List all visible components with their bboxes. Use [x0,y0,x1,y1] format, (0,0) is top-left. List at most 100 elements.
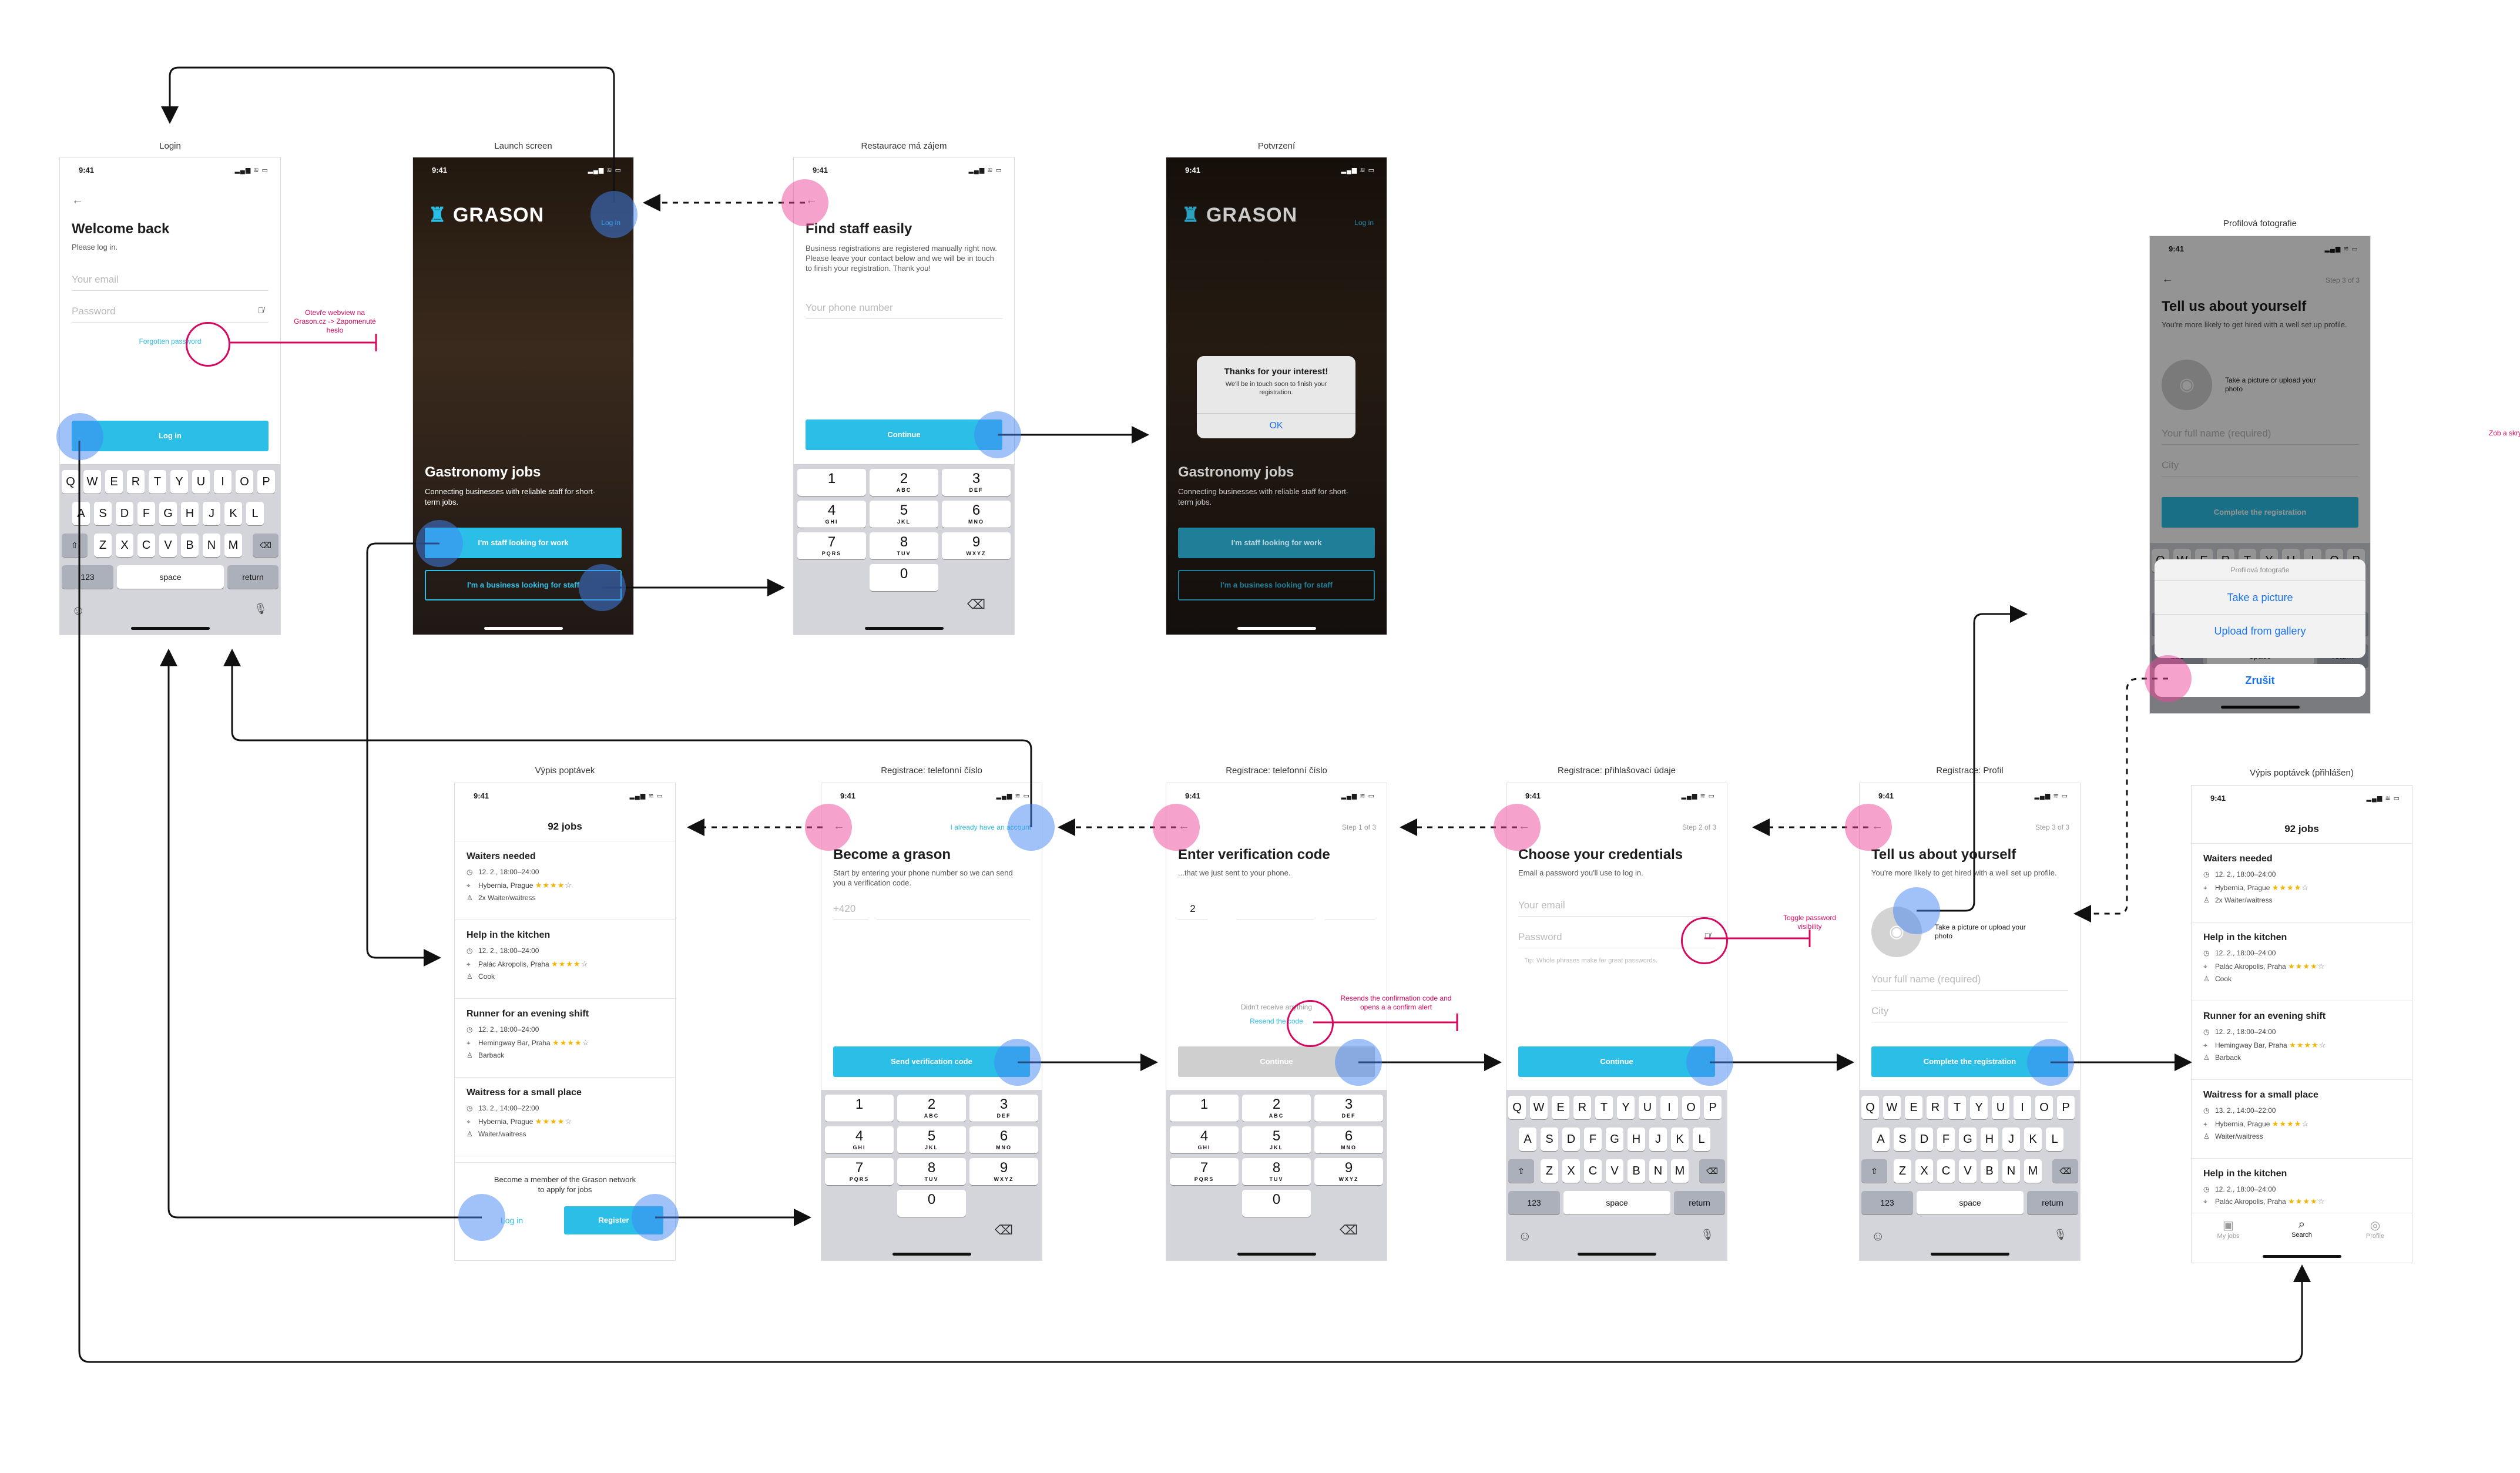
eye-slash-icon[interactable]: 👁̸ [258,306,264,315]
key[interactable]: D [1562,1128,1580,1151]
numbers-key[interactable]: 123 [1861,1191,1913,1214]
key[interactable]: K [1671,1128,1689,1151]
key[interactable]: U [1639,1096,1656,1119]
key[interactable]: X [116,533,133,557]
numpad-key[interactable]: 2 ABC [870,469,938,496]
tab-my-jobs[interactable]: ▣ My jobs [2192,1218,2265,1240]
numpad-key[interactable]: 0 [870,564,938,591]
numpad-key[interactable]: 7 PQRS [797,532,866,559]
numpad-key[interactable]: 6 MNO [1314,1126,1383,1153]
key[interactable]: N [1649,1159,1667,1183]
key[interactable]: E [105,470,123,494]
shift-key[interactable]: ⇧ [62,533,88,557]
key[interactable]: E [1552,1096,1569,1119]
take-picture-option[interactable]: Take a picture [2155,581,2365,615]
key[interactable]: G [1606,1128,1623,1151]
key[interactable]: K [224,502,242,525]
shift-key[interactable]: ⇧ [1861,1159,1887,1183]
key[interactable]: A [1519,1128,1536,1151]
key[interactable]: X [1915,1159,1933,1183]
key[interactable]: A [72,502,90,525]
numpad-key[interactable]: 1 [1170,1095,1239,1122]
key[interactable]: Q [62,470,79,494]
key[interactable]: N [2002,1159,2020,1183]
key[interactable]: O [236,470,253,494]
code-digits-rest[interactable] [1237,898,1313,920]
key[interactable]: K [2024,1128,2042,1151]
key[interactable]: U [192,470,210,494]
upload-gallery-option[interactable]: Upload from gallery [2155,615,2365,647]
key[interactable]: R [1927,1096,1944,1119]
tab-search[interactable]: ⌕ Search [2265,1218,2338,1239]
numpad-key[interactable]: 4 GHI [797,501,866,528]
job-item[interactable]: Waiters needed ◷ 12. 2., 18:00–24:00 ⌖ Hyber… [2192,843,2412,922]
key[interactable]: B [1981,1159,1998,1183]
alert-ok-button[interactable]: OK [1197,413,1355,438]
numpad-key[interactable]: 1 [825,1095,894,1122]
resend-code-link[interactable]: Resend the code [1166,1017,1387,1025]
key[interactable]: P [2057,1096,2075,1119]
email-field[interactable]: Your email [1518,895,1715,917]
key[interactable]: L [1693,1128,1710,1151]
key[interactable]: G [159,502,177,525]
numpad-key[interactable]: 9 WXYZ [1314,1158,1383,1185]
numpad-key[interactable]: 7 PQRS [825,1158,894,1185]
emoji-icon[interactable]: ☺ [72,603,85,618]
key[interactable]: Y [1970,1096,1988,1119]
key[interactable]: E [1905,1096,1922,1119]
key[interactable]: B [181,533,199,557]
numpad-key[interactable]: 8 TUV [870,532,938,559]
microphone-icon[interactable]: 🎙 [254,603,267,615]
key[interactable]: H [1628,1128,1645,1151]
key[interactable]: X [1562,1159,1580,1183]
numpad-key[interactable]: 0 [1242,1190,1311,1217]
key[interactable]: P [1704,1096,1722,1119]
key[interactable]: H [181,502,199,525]
key[interactable]: W [83,470,101,494]
key[interactable]: F [137,502,155,525]
key[interactable]: F [1584,1128,1602,1151]
key[interactable]: L [2046,1128,2063,1151]
numpad-key[interactable]: 7 PQRS [1170,1158,1239,1185]
microphone-icon[interactable]: 🎙 [1700,1229,1714,1241]
job-item[interactable]: Help in the kitchen ◷ 12. 2., 18:00–24:00 ⌖… [455,920,675,999]
key[interactable]: Q [1508,1096,1526,1119]
job-item[interactable]: Waitress for a small place ◷ 13. 2., 14:00… [2192,1079,2412,1159]
numpad-key[interactable]: 5 JKL [897,1126,966,1153]
code-digit-last[interactable] [1325,898,1375,920]
numpad-key[interactable]: 1 [797,469,866,496]
country-prefix[interactable]: +420 [833,898,868,920]
backspace-key[interactable]: ⌫ [1699,1159,1725,1183]
numpad-key[interactable]: 3 DEF [1314,1095,1383,1122]
key[interactable]: T [1595,1096,1613,1119]
numpad-key[interactable]: 9 WXYZ [942,532,1011,559]
return-key[interactable]: return [1674,1191,1725,1214]
backspace-icon[interactable]: ⌫ [942,597,1011,612]
job-item[interactable]: Runner for an evening shift ◷ 12. 2., 18:0… [455,998,675,1078]
backspace-icon[interactable]: ⌫ [969,1223,1038,1238]
emoji-icon[interactable]: ☺ [1518,1229,1531,1244]
key[interactable]: R [1573,1096,1591,1119]
space-key[interactable]: space [117,565,224,589]
forgot-password-link[interactable]: Forgotten password [60,337,280,345]
phone-number-field[interactable]: Your phone number [806,297,1002,319]
numpad-key[interactable]: 6 MNO [969,1126,1038,1153]
numpad-key[interactable]: 0 [897,1190,966,1217]
space-key[interactable]: space [1917,1191,2024,1214]
key[interactable]: F [1937,1128,1955,1151]
backspace-key[interactable]: ⌫ [2052,1159,2078,1183]
job-item[interactable]: Waiters needed ◷ 12. 2., 18:00–24:00 ⌖ Hyber… [455,841,675,920]
job-item[interactable]: Waitress for a small place ◷ 13. 2., 14:00… [455,1077,675,1156]
key[interactable]: J [1649,1128,1667,1151]
numbers-key[interactable]: 123 [62,565,113,589]
key[interactable]: D [1915,1128,1933,1151]
numpad-key[interactable]: 4 GHI [825,1126,894,1153]
key[interactable]: Y [1617,1096,1635,1119]
microphone-icon[interactable]: 🎙 [2053,1229,2067,1241]
key[interactable]: T [1948,1096,1966,1119]
key[interactable]: G [1959,1128,1977,1151]
numpad-key[interactable]: 3 DEF [969,1095,1038,1122]
key[interactable]: W [1883,1096,1901,1119]
key[interactable]: N [203,533,220,557]
key[interactable]: B [1628,1159,1645,1183]
